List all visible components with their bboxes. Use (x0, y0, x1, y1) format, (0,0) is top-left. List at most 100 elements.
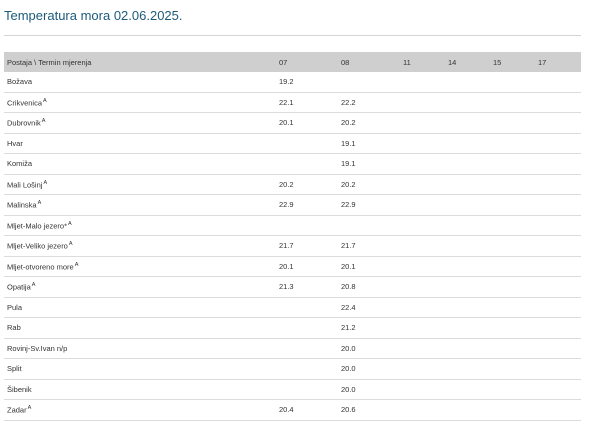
station-name: Božava (7, 77, 33, 87)
temperature-cell-15 (490, 297, 535, 318)
table-row: ZadarA 20.4 20.6 (4, 399, 581, 421)
station-cell: CrikvenicaA (4, 92, 276, 113)
station-cell: Božava (4, 72, 276, 93)
temperature-cell-17 (535, 174, 581, 195)
station-mark: A (27, 405, 32, 411)
temperature-cell-08: 19.1 (338, 153, 400, 175)
temperature-cell-17 (535, 256, 581, 277)
temperature-cell-08: 20.0 (338, 358, 400, 380)
station-name: Komiža (7, 159, 33, 169)
temperature-cell-15 (490, 379, 535, 400)
temperature-cell-08: 20.0 (338, 338, 400, 359)
temperature-cell-17 (535, 92, 581, 113)
table-header-row: Postaja \ Termin mjerenja 07 08 11 14 15… (4, 52, 581, 72)
temperature-cell-07: 20.4 (276, 399, 338, 421)
temperature-cell-17 (535, 153, 581, 175)
temperature-cell-11 (400, 256, 445, 277)
temperature-cell-14 (445, 133, 490, 154)
station-cell: Šibenik (4, 379, 276, 400)
table-row: Hvar 19.1 (4, 133, 581, 154)
temperature-cell-07: 21.7 (276, 235, 338, 257)
table-row: Mali LošinjA 20.2 20.2 (4, 174, 581, 195)
temperature-cell-07 (276, 379, 338, 400)
station-name: Pula (7, 302, 23, 312)
temperature-cell-14 (445, 92, 490, 113)
temperature-cell-17 (535, 133, 581, 154)
header-term-14: 14 (445, 52, 490, 72)
table-row: OpatijaA 21.3 20.8 (4, 276, 581, 298)
temperature-cell-11 (400, 72, 445, 93)
temperature-cell-14 (445, 72, 490, 93)
station-name: Mljet-Veliko jezero (7, 241, 68, 251)
header-term-07: 07 (276, 52, 338, 72)
station-cell: OpatijaA (4, 276, 276, 298)
temperature-cell-14 (445, 276, 490, 298)
temperature-cell-17 (535, 112, 581, 134)
temperature-cell-17 (535, 358, 581, 380)
temperature-cell-08: 21.2 (338, 317, 400, 339)
station-name: Mali Lošinj (7, 180, 43, 189)
temperature-cell-14 (445, 358, 490, 380)
temperature-cell-07 (276, 317, 338, 339)
station-cell: Komiža (4, 153, 276, 175)
temperature-cell-15 (490, 72, 535, 93)
temperature-cell-07 (276, 133, 338, 154)
temperature-cell-07: 22.1 (276, 92, 338, 113)
temperature-cell-11 (400, 297, 445, 318)
page-title: Temperatura mora 02.06.2025. (4, 8, 183, 23)
header-term-11: 11 (400, 52, 445, 72)
temperature-cell-17 (535, 297, 581, 318)
station-mark: A (68, 241, 73, 247)
temperature-cell-15 (490, 194, 535, 216)
temperature-cell-15 (490, 153, 535, 175)
table-row: MalinskaA 22.9 22.9 (4, 194, 581, 216)
temperature-cell-08: 20.6 (338, 399, 400, 421)
header-station: Postaja \ Termin mjerenja (4, 52, 276, 72)
temperature-cell-15 (490, 174, 535, 195)
station-mark: A (74, 261, 79, 268)
title-divider (4, 35, 581, 36)
table-row: Rovinj-Sv.Ivan n/p 20.0 (4, 338, 581, 359)
station-cell: Mali LošinjA (4, 174, 276, 195)
temperature-cell-15 (490, 235, 535, 257)
station-name: Crikvenica (7, 98, 43, 107)
temperature-cell-07: 19.2 (276, 72, 338, 93)
station-mark: A (68, 220, 72, 227)
temperature-cell-14 (445, 153, 490, 175)
temperature-cell-11 (400, 133, 445, 154)
temperature-cell-14 (445, 256, 490, 277)
temperature-cell-11 (400, 276, 445, 298)
temperature-cell-07 (276, 338, 338, 359)
temperature-cell-11 (400, 358, 445, 380)
temperature-cell-07 (276, 297, 338, 318)
temperature-cell-17 (535, 72, 581, 93)
temperature-cell-07: 20.2 (276, 174, 338, 195)
temperature-cell-17 (535, 379, 581, 400)
station-name: Mljet-Malo jezero* (7, 221, 68, 230)
station-name: Mljet-otvoreno more (7, 262, 74, 271)
temperature-cell-11 (400, 399, 445, 421)
station-mark: A (43, 179, 48, 186)
table-row: Split 20.0 (4, 358, 581, 380)
temperature-cell-14 (445, 379, 490, 400)
header-term-08: 08 (338, 52, 400, 72)
temperature-cell-15 (490, 276, 535, 298)
header-term-17: 17 (535, 52, 581, 72)
temperature-cell-07 (276, 153, 338, 175)
station-mark: A (37, 200, 42, 206)
temperature-cell-17 (535, 399, 581, 421)
temperature-cell-08: 22.2 (338, 92, 400, 113)
temperature-cell-17 (535, 338, 581, 359)
table-row: Komiža 19.1 (4, 153, 581, 175)
station-cell: Split (4, 358, 276, 380)
temperature-cell-15 (490, 338, 535, 359)
temperature-cell-11 (400, 92, 445, 113)
station-cell: ZadarA (4, 399, 276, 421)
station-name: Malinska (7, 200, 37, 210)
temperature-cell-14 (445, 297, 490, 318)
temperature-cell-17 (535, 276, 581, 298)
table-row: DubrovnikA 20.1 20.2 (4, 112, 581, 134)
header-term-15: 15 (490, 52, 535, 72)
temperature-cell-14 (445, 235, 490, 257)
temperature-cell-07 (276, 358, 338, 380)
